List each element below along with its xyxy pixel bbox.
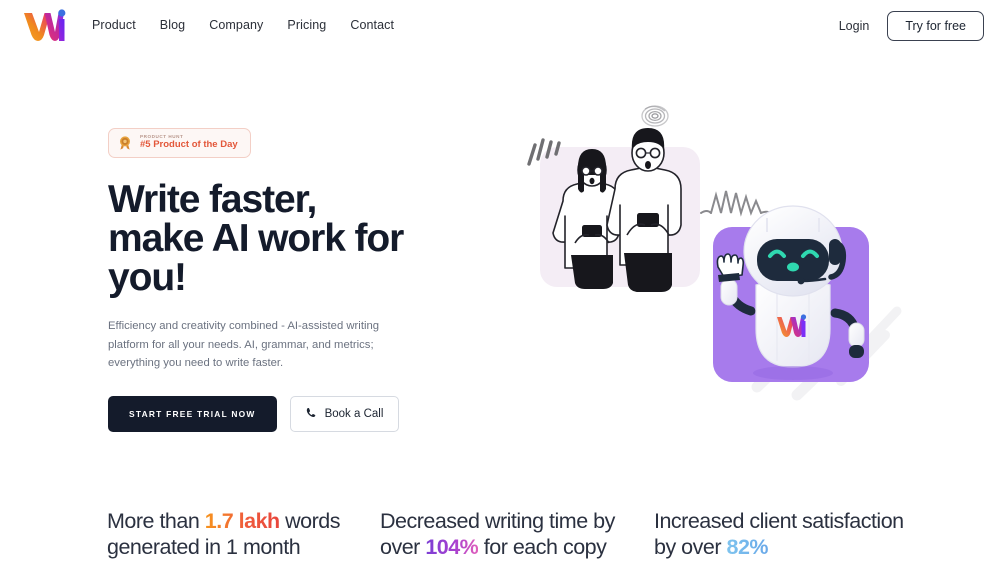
nav-link-pricing[interactable]: Pricing [287,18,326,32]
product-hunt-badge[interactable]: PRODUCT HUNT #5 Product of the Day [108,128,251,159]
stat-item: Increased client satisfaction by over 82… [654,508,924,560]
sound-wave-squiggle-icon [700,190,773,217]
nav-actions: Login Try for free [839,11,984,41]
top-navbar: Product Blog Company Pricing Contact Log… [0,0,1000,52]
stat-highlight: 104% [425,535,479,560]
page-title: Write faster, make AI work for you! [108,180,428,297]
stats-row: More than 1.7 lakh words generated in 1 … [0,508,1000,560]
stat-prefix: Increased client satisfaction by over [654,509,904,560]
hero-illustration [505,95,925,425]
stat-item: More than 1.7 lakh words generated in 1 … [107,508,365,560]
hero-subtitle: Efficiency and creativity combined - AI-… [108,320,380,369]
nav-links: Product Blog Company Pricing Contact [92,18,394,32]
start-free-trial-button[interactable]: START FREE TRIAL NOW [108,396,277,433]
phone-icon [306,407,317,421]
nav-link-company[interactable]: Company [209,18,263,32]
login-link[interactable]: Login [839,19,870,33]
stat-prefix: More than [107,509,205,533]
stat-highlight: 82% [726,535,769,560]
brand-logo[interactable] [22,7,70,43]
hero-content: PRODUCT HUNT #5 Product of the Day Write… [108,128,428,433]
stat-item: Decreased writing time by over 104% for … [380,508,642,560]
stat-highlight: 1.7 lakh [204,509,280,533]
stat-suffix: for each copy [478,535,607,560]
hero-title-line-1: Write faster, [108,178,317,222]
hero-title-line-3: you! [108,256,187,300]
nav-link-blog[interactable]: Blog [160,18,185,32]
landing-page: Product Blog Company Pricing Contact Log… [0,0,1000,563]
book-a-call-button[interactable]: Book a Call [289,396,400,433]
nav-link-contact[interactable]: Contact [350,18,394,32]
nav-link-product[interactable]: Product [92,18,136,32]
book-a-call-label: Book a Call [324,408,384,421]
wai-logo-icon [24,9,66,41]
medal-icon [117,135,133,151]
confusion-scribble-icon [641,105,669,127]
badge-title: #5 Product of the Day [140,139,238,151]
hero-title-line-2: make AI work for [108,217,404,261]
hero-cta-row: START FREE TRIAL NOW Book a Call [108,396,428,433]
try-for-free-button[interactable]: Try for free [887,11,984,41]
